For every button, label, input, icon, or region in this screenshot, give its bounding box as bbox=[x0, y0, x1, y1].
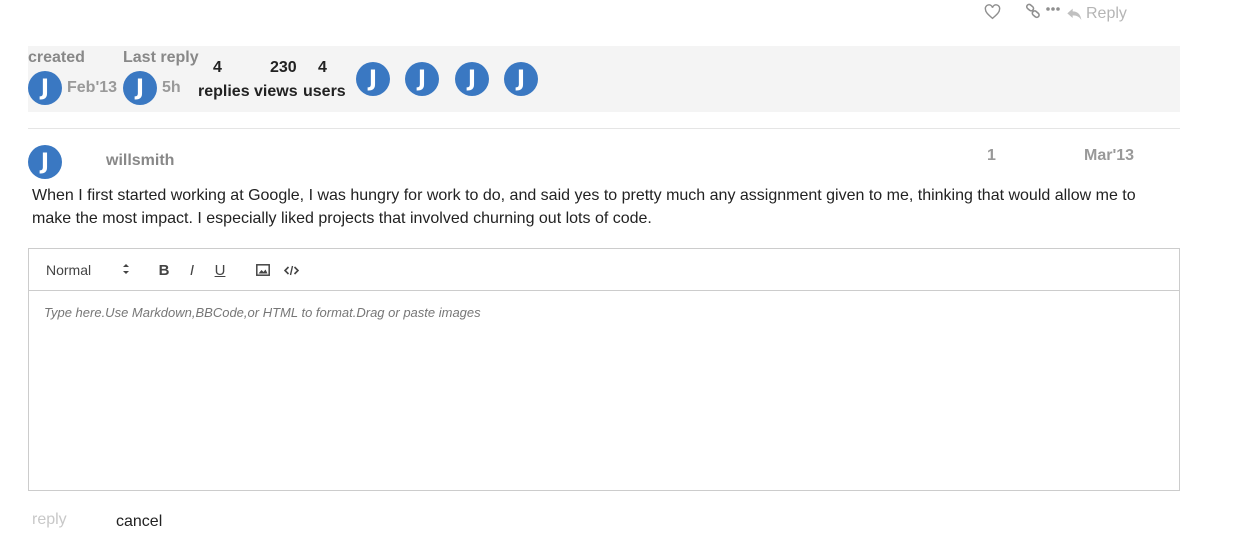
avatar[interactable]: J bbox=[28, 145, 62, 179]
post-date[interactable]: Mar'13 bbox=[1084, 147, 1134, 165]
italic-icon[interactable]: I bbox=[182, 260, 202, 280]
underline-icon[interactable]: U bbox=[210, 260, 230, 280]
participant-avatar[interactable]: J bbox=[504, 62, 538, 96]
reply-submit-button[interactable]: reply bbox=[32, 511, 67, 529]
participant-avatar[interactable]: J bbox=[405, 62, 439, 96]
avatar[interactable]: J bbox=[28, 71, 62, 105]
reply-arrow-icon bbox=[1066, 7, 1082, 21]
cancel-button[interactable]: cancel bbox=[116, 513, 162, 531]
post-username[interactable]: willsmith bbox=[106, 152, 174, 170]
bold-icon[interactable]: B bbox=[154, 260, 174, 280]
editor-textarea[interactable]: Type here.Use Markdown,BBCode,or HTML to… bbox=[29, 291, 1179, 490]
divider bbox=[28, 128, 1180, 129]
editor-toolbar: Normal B I U bbox=[29, 249, 1179, 291]
post-body: When I first started working at Google, … bbox=[32, 184, 1162, 230]
replies-count: 4 bbox=[213, 59, 222, 76]
image-icon[interactable] bbox=[253, 260, 273, 280]
created-date[interactable]: Feb'13 bbox=[67, 79, 117, 97]
users-label: users bbox=[303, 83, 346, 100]
participant-avatar[interactable]: J bbox=[356, 62, 390, 96]
last-reply-label: Last reply bbox=[123, 49, 199, 66]
avatar[interactable]: J bbox=[123, 71, 157, 105]
users-count: 4 bbox=[318, 59, 327, 76]
created-label: created bbox=[28, 49, 85, 66]
post-actions-bar: Reply bbox=[0, 0, 1259, 30]
post-body-line: When I first started working at Google, … bbox=[32, 187, 1136, 204]
last-reply-time[interactable]: 5h bbox=[162, 79, 181, 97]
more-icon[interactable] bbox=[1045, 2, 1061, 16]
editor-placeholder: Type here.Use Markdown,BBCode,or HTML to… bbox=[44, 305, 481, 320]
views-count: 230 bbox=[270, 59, 297, 76]
post-body-line: make the most impact. I especially liked… bbox=[32, 210, 652, 227]
select-arrows-icon[interactable] bbox=[121, 260, 131, 278]
views-label: views bbox=[254, 83, 298, 100]
post-number: 1 bbox=[987, 147, 996, 164]
reply-label: Reply bbox=[1086, 5, 1127, 22]
replies-label: replies bbox=[198, 83, 250, 100]
topic-map: created J Feb'13 Last reply J 5h 4 repli… bbox=[28, 46, 1180, 112]
reply-button[interactable]: Reply bbox=[1066, 4, 1127, 24]
heart-icon[interactable] bbox=[983, 3, 1001, 21]
link-icon[interactable] bbox=[1024, 2, 1042, 20]
participant-avatar[interactable]: J bbox=[455, 62, 489, 96]
code-icon[interactable] bbox=[281, 260, 301, 280]
reply-editor: Normal B I U Type here.Use Markdown,BBCo… bbox=[28, 248, 1180, 491]
